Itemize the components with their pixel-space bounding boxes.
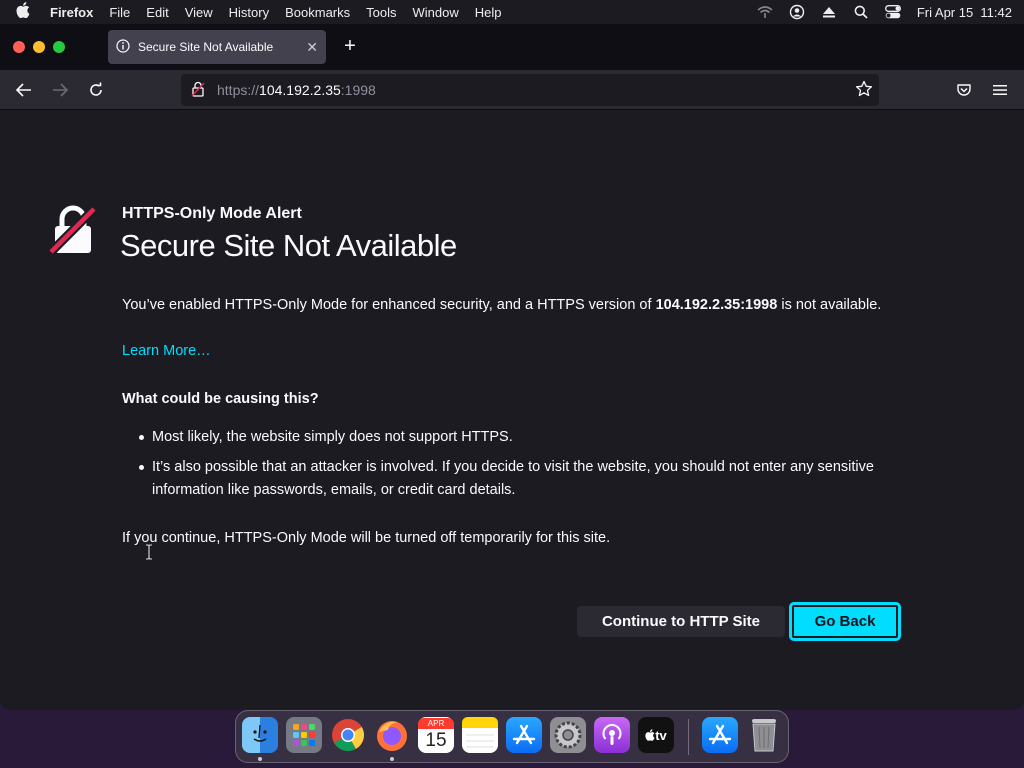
menu-bar: Firefox File Edit View History Bookmarks… <box>0 0 1024 24</box>
menu-window[interactable]: Window <box>405 5 467 20</box>
causes-heading: What could be causing this? <box>122 391 319 407</box>
list-item: It’s also possible that an attacker is i… <box>138 456 878 502</box>
new-tab-button[interactable]: + <box>340 36 360 56</box>
notes-icon[interactable] <box>462 717 498 753</box>
menu-edit[interactable]: Edit <box>138 5 176 20</box>
tab-bar: Secure Site Not Available ✕ + <box>0 24 1024 70</box>
podcasts-icon[interactable] <box>594 717 630 753</box>
text-cursor-icon <box>145 544 153 565</box>
finder-icon[interactable] <box>242 717 278 753</box>
go-back-button[interactable]: Go Back <box>789 602 901 641</box>
chrome-icon[interactable] <box>330 717 366 753</box>
continue-to-http-button[interactable]: Continue to HTTP Site <box>577 606 785 637</box>
page-title: Secure Site Not Available <box>120 228 457 263</box>
window-zoom-button[interactable] <box>53 41 65 53</box>
firefox-icon[interactable] <box>374 717 410 753</box>
reload-icon[interactable] <box>86 80 106 100</box>
dock-separator <box>688 719 689 755</box>
url-port: :1998 <box>340 82 376 98</box>
eject-icon[interactable] <box>821 4 837 20</box>
broken-lock-icon <box>46 204 98 261</box>
menu-tools[interactable]: Tools <box>358 5 404 20</box>
apple-tv-icon[interactable]: tv <box>638 717 674 753</box>
tab-title: Secure Site Not Available <box>138 40 274 54</box>
menubar-clock[interactable]: Fri Apr 15 11:42 <box>917 5 1012 20</box>
applications-folder-icon[interactable] <box>702 717 738 753</box>
alert-description: You’ve enabled HTTPS-Only Mode for enhan… <box>122 296 882 315</box>
url-bar[interactable]: https://104.192.2.35:1998 <box>181 74 879 106</box>
apple-tv-label: tv <box>645 728 667 743</box>
menu-app-firefox[interactable]: Firefox <box>46 5 101 20</box>
url-text[interactable]: https://104.192.2.35:1998 <box>217 82 376 98</box>
desc-host: 104.192.2.35:1998 <box>655 297 778 313</box>
insecure-lock-icon[interactable] <box>191 81 205 100</box>
menu-history[interactable]: History <box>221 5 277 20</box>
firefox-running-indicator <box>390 757 394 761</box>
window-close-button[interactable] <box>13 41 25 53</box>
list-item: Most likely, the website simply does not… <box>138 426 878 449</box>
calendar-icon[interactable]: APR 15 <box>418 717 454 753</box>
finder-running-indicator <box>258 757 262 761</box>
menu-file[interactable]: File <box>101 5 138 20</box>
hamburger-menu-icon[interactable] <box>990 80 1010 100</box>
info-icon <box>116 38 130 56</box>
dock: APR 15 tv <box>235 710 789 763</box>
network-status-icon[interactable] <box>757 4 773 20</box>
calendar-day: 15 <box>425 730 447 751</box>
url-scheme: https:// <box>217 82 260 98</box>
tab-secure-site-not-available[interactable]: Secure Site Not Available ✕ <box>108 30 326 64</box>
menu-view[interactable]: View <box>177 5 221 20</box>
apple-tv-text: tv <box>655 727 667 743</box>
forward-arrow-icon[interactable] <box>50 80 70 100</box>
menu-help[interactable]: Help <box>467 5 510 20</box>
system-preferences-icon[interactable] <box>550 717 586 753</box>
window-minimize-button[interactable] <box>33 41 45 53</box>
pocket-icon[interactable] <box>954 80 974 100</box>
user-account-icon[interactable] <box>789 4 805 20</box>
alert-kicker: HTTPS-Only Mode Alert <box>122 205 302 222</box>
app-store-icon[interactable] <box>506 717 542 753</box>
desc-after: is not available. <box>777 297 882 313</box>
apple-menu-icon[interactable] <box>0 2 46 22</box>
back-arrow-icon[interactable] <box>14 80 34 100</box>
spotlight-search-icon[interactable] <box>853 4 869 20</box>
tab-close-icon[interactable]: ✕ <box>306 39 318 56</box>
menu-bookmarks[interactable]: Bookmarks <box>277 5 358 20</box>
continue-note: If you continue, HTTPS-Only Mode will be… <box>122 530 611 546</box>
desc-before: You’ve enabled HTTPS-Only Mode for enhan… <box>122 297 656 313</box>
launchpad-icon[interactable] <box>286 717 322 753</box>
trash-icon[interactable] <box>746 717 782 753</box>
calendar-month: APR <box>418 718 454 729</box>
navigation-toolbar: https://104.192.2.35:1998 <box>0 70 1024 110</box>
url-host: 104.192.2.35 <box>259 82 341 98</box>
firefox-window: Secure Site Not Available ✕ + https://10… <box>0 24 1024 710</box>
control-center-icon[interactable] <box>884 4 901 20</box>
learn-more-link[interactable]: Learn More… <box>122 343 211 359</box>
causes-list: Most likely, the website simply does not… <box>138 426 878 509</box>
page-content: HTTPS-Only Mode Alert Secure Site Not Av… <box>0 110 1024 710</box>
bookmark-star-icon[interactable] <box>855 80 873 101</box>
